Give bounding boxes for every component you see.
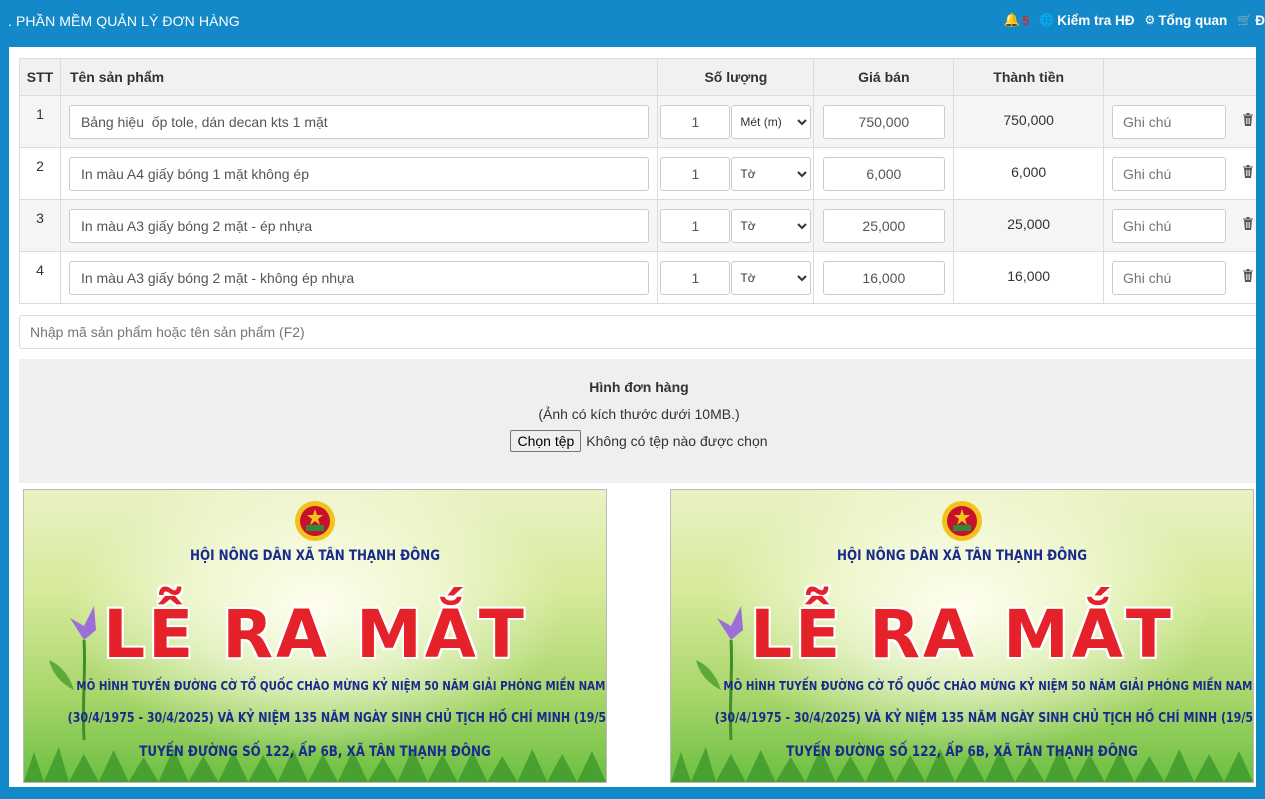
- banner-org: HỘI NÔNG DÂN XÃ TÂN THẠNH ĐÔNG: [190, 548, 440, 564]
- upload-hint: (Ảnh có kích thước dưới 10MB.): [538, 406, 740, 422]
- row-total: 25,000: [953, 199, 1105, 252]
- product-name-input[interactable]: [68, 156, 650, 191]
- note-input[interactable]: [1112, 104, 1227, 139]
- price-input[interactable]: [822, 208, 945, 243]
- globe-icon: 🌐: [1039, 13, 1055, 27]
- order-image-upload: Hình đơn hàng (Ảnh có kích thước dưới 10…: [19, 359, 1256, 483]
- banner-line-2: (30/4/1975 - 30/4/2025) VÀ KỶ NIỆM 135 N…: [67, 711, 607, 726]
- price-input[interactable]: [822, 104, 945, 139]
- dashboard-icon: ⚙: [1144, 13, 1156, 27]
- unit-select[interactable]: Mét (m): [731, 104, 812, 139]
- price-input[interactable]: [822, 156, 945, 191]
- row-stt: 4: [19, 251, 61, 304]
- bell-icon[interactable]: 🔔: [1004, 12, 1020, 28]
- banner-headline: LỄ RA MẮT: [750, 596, 1174, 673]
- trash-icon[interactable]: [1243, 165, 1253, 178]
- nav-cart-label: Đ: [1255, 12, 1265, 28]
- quantity-input[interactable]: [660, 104, 731, 139]
- banner-line-3: TUYẾN ĐƯỜNG SỐ 122, ẤP 6B, XÃ TÂN THẠNH …: [139, 744, 491, 760]
- col-total: Thành tiền: [953, 58, 1105, 96]
- unit-select[interactable]: Tờ: [731, 260, 812, 295]
- nav-overview-label: Tổng quan: [1158, 12, 1228, 28]
- quantity-input[interactable]: [660, 156, 731, 191]
- app-brand[interactable]: . PHẦN MỀM QUẢN LÝ ĐƠN HÀNG: [8, 13, 240, 29]
- product-search-input[interactable]: [19, 315, 1256, 349]
- col-price: Giá bán: [813, 58, 955, 96]
- top-nav: 🔔 5 🌐 Kiểm tra HĐ ⚙ Tổng quan 🛒 Đ: [1004, 12, 1265, 28]
- banner-headline: LỄ RA MẮT: [103, 596, 527, 673]
- upload-title: Hình đơn hàng: [589, 379, 689, 395]
- row-stt: 2: [19, 147, 61, 200]
- choose-file-button[interactable]: Chọn tệp: [510, 430, 582, 452]
- banner-line-1: MÔ HÌNH TUYẾN ĐƯỜNG CỜ TỔ QUỐC CHÀO MỪNG…: [723, 678, 1253, 693]
- farmers-union-logo-icon: [295, 501, 335, 541]
- table-row: 2 Tờ 6,000: [19, 147, 1256, 200]
- banner-org: HỘI NÔNG DÂN XÃ TÂN THẠNH ĐÔNG: [837, 548, 1087, 564]
- banner-line-2: (30/4/1975 - 30/4/2025) VÀ KỶ NIỆM 135 N…: [714, 711, 1254, 726]
- table-row: 1 Mét (m) 750,000: [19, 95, 1256, 148]
- trash-icon[interactable]: [1243, 217, 1253, 230]
- col-actions: [1103, 58, 1256, 96]
- farmers-union-logo-icon: [942, 501, 982, 541]
- col-stt: STT: [19, 58, 61, 96]
- order-items-table: STT Tên sản phẩm Số lượng Giá bán Thành …: [19, 58, 1256, 304]
- note-input[interactable]: [1112, 260, 1227, 295]
- quantity-input[interactable]: [660, 208, 731, 243]
- price-input[interactable]: [822, 260, 945, 295]
- row-stt: 3: [19, 199, 61, 252]
- quantity-input[interactable]: [660, 260, 731, 295]
- order-image-preview[interactable]: HỘI NÔNG DÂN XÃ TÂN THẠNH ĐÔNG LỄ RA MẮT…: [670, 489, 1254, 783]
- unit-select[interactable]: Tờ: [731, 208, 812, 243]
- product-name-input[interactable]: [68, 104, 650, 139]
- note-input[interactable]: [1112, 156, 1227, 191]
- row-total: 16,000: [953, 251, 1105, 304]
- product-name-input[interactable]: [68, 260, 650, 295]
- col-product-name: Tên sản phẩm: [59, 58, 659, 96]
- note-input[interactable]: [1112, 208, 1227, 243]
- top-navbar: . PHẦN MỀM QUẢN LÝ ĐƠN HÀNG 🔔 5 🌐 Kiểm t…: [0, 0, 1265, 46]
- unit-select[interactable]: Tờ: [731, 156, 812, 191]
- col-quantity: Số lượng: [657, 58, 815, 96]
- nav-overview[interactable]: ⚙ Tổng quan: [1145, 13, 1228, 28]
- banner-line-3: TUYẾN ĐƯỜNG SỐ 122, ẤP 6B, XÃ TÂN THẠNH …: [786, 744, 1138, 760]
- trash-icon[interactable]: [1243, 269, 1253, 282]
- banner-line-1: MÔ HÌNH TUYẾN ĐƯỜNG CỜ TỔ QUỐC CHÀO MỪNG…: [76, 678, 606, 693]
- row-total: 750,000: [953, 95, 1105, 148]
- row-stt: 1: [19, 95, 61, 148]
- file-status: Không có tệp nào được chọn: [586, 433, 768, 449]
- nav-cart[interactable]: 🛒 Đ: [1237, 13, 1265, 28]
- notification-badge[interactable]: 5: [1022, 13, 1029, 28]
- cart-icon: 🛒: [1237, 13, 1253, 27]
- table-row: 3 Tờ 25,000: [19, 199, 1256, 252]
- file-picker: Chọn tệp Không có tệp nào được chọn: [19, 430, 1256, 452]
- trash-icon[interactable]: [1243, 113, 1253, 126]
- nav-check-invoice[interactable]: 🌐 Kiểm tra HĐ: [1039, 13, 1134, 28]
- table-row: 4 Tờ 16,000: [19, 251, 1256, 304]
- order-image-preview[interactable]: HỘI NÔNG DÂN XÃ TÂN THẠNH ĐÔNG LỄ RA MẮT…: [23, 489, 607, 783]
- row-total: 6,000: [953, 147, 1105, 200]
- order-panel: STT Tên sản phẩm Số lượng Giá bán Thành …: [9, 47, 1256, 787]
- nav-check-invoice-label: Kiểm tra HĐ: [1057, 12, 1135, 28]
- product-name-input[interactable]: [68, 208, 650, 243]
